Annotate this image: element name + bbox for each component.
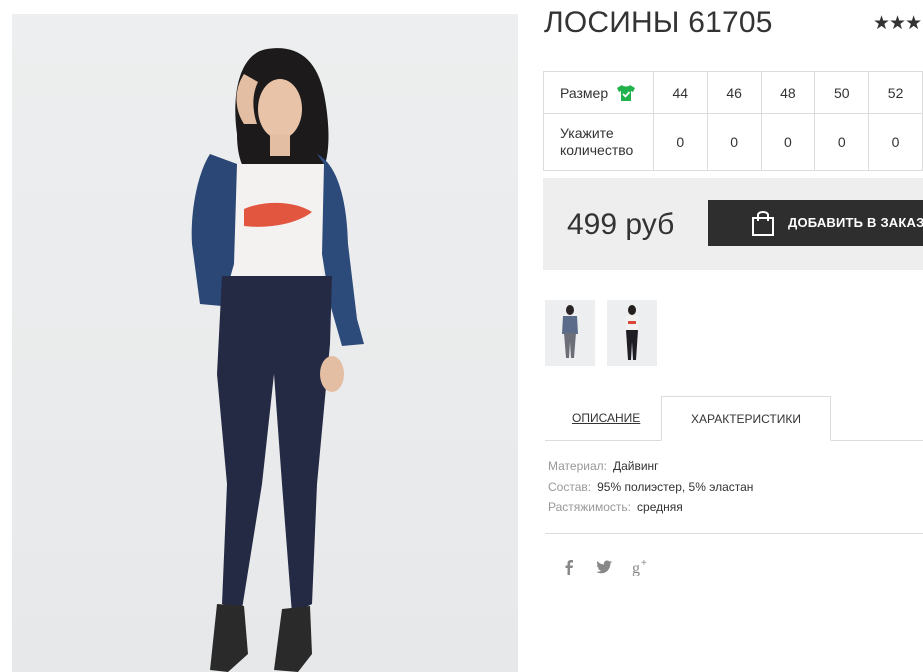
thumbnail-2-image [626, 305, 638, 360]
shopping-bag-icon [752, 211, 774, 236]
svg-text:+: + [641, 558, 647, 569]
model-illustration [191, 48, 364, 672]
quantity-input-50[interactable]: 0 [814, 113, 870, 171]
google-plus-icon[interactable]: g + [632, 558, 650, 576]
size-48: 48 [760, 71, 816, 114]
add-to-order-label: ДОБАВИТЬ В ЗАКАЗ [788, 215, 923, 230]
quantity-input-44[interactable]: 0 [652, 113, 708, 171]
size-row: Размер 44 46 48 50 52 [543, 71, 923, 114]
size-52: 52 [868, 71, 923, 114]
quantity-row: Укажите количество 0 0 0 0 0 [543, 113, 923, 171]
section-divider [545, 533, 923, 534]
tshirt-icon[interactable] [616, 84, 636, 102]
spec-value: Дайвинг [612, 459, 659, 473]
quantity-row-header: Укажите количество [543, 113, 654, 171]
main-product-photo[interactable] [12, 14, 518, 672]
quantity-input-48[interactable]: 0 [760, 113, 816, 171]
thumbnail-2[interactable] [607, 300, 657, 366]
tab-description[interactable]: ОПИСАНИЕ [572, 411, 640, 425]
spec-value: 95% полиэстер, 5% эластан [597, 479, 754, 494]
size-50: 50 [814, 71, 870, 114]
price-box: 499 руб ДОБАВИТЬ В ЗАКАЗ [543, 178, 923, 270]
tab-characteristics[interactable]: ХАРАКТЕРИСТИКИ [661, 396, 831, 441]
spec-row-composition: Состав: 95% полиэстер, 5% эластан [548, 480, 753, 501]
quantity-label-line1: Укажите [560, 125, 614, 141]
size-44: 44 [652, 71, 708, 114]
size-row-header: Размер [543, 71, 654, 114]
add-to-order-button[interactable]: ДОБАВИТЬ В ЗАКАЗ [708, 200, 923, 246]
spec-row-stretch: Растяжимость: средняя [548, 500, 753, 521]
facebook-icon[interactable] [560, 558, 578, 576]
svg-text:g: g [632, 560, 640, 576]
product-title: ЛОСИНЫ 61705 [544, 6, 773, 39]
spec-key: Состав: [548, 479, 592, 494]
spec-key: Материал: [548, 459, 607, 473]
thumbnail-1-image [562, 305, 578, 358]
specs-list: Материал: Дайвинг Состав: 95% полиэстер, 5… [548, 459, 753, 521]
quantity-label-line2: количество [560, 142, 634, 158]
twitter-icon[interactable] [595, 558, 613, 576]
quantity-input-46[interactable]: 0 [706, 113, 762, 171]
spec-key: Растяжимость: [548, 500, 632, 514]
size-label: Размер [560, 84, 609, 101]
size-table: Размер 44 46 48 50 52 Укажите количество… [543, 71, 923, 171]
quantity-input-52[interactable]: 0 [868, 113, 923, 171]
rating-stars[interactable]: ★★★ [873, 12, 922, 35]
size-46: 46 [706, 71, 762, 114]
spec-row-material: Материал: Дайвинг [548, 459, 753, 480]
spec-value: средняя [637, 500, 683, 514]
price: 499 руб [567, 208, 675, 241]
thumbnail-1[interactable] [545, 300, 595, 366]
